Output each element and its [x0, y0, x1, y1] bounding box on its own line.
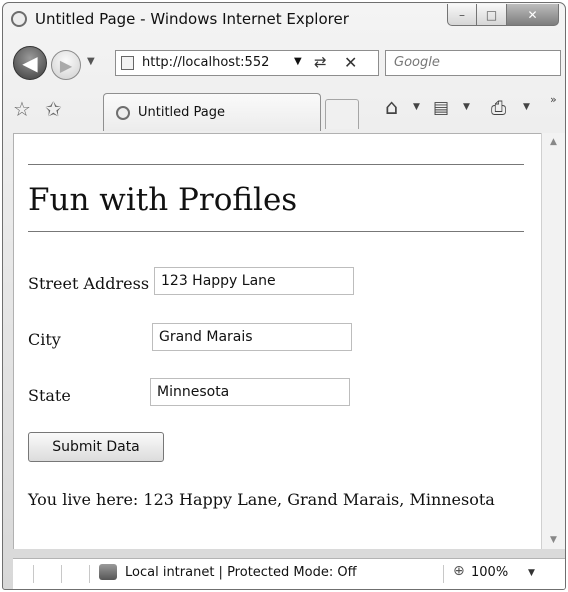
address-text[interactable]: http://localhost:552: [142, 55, 269, 70]
status-divider: [443, 565, 444, 583]
state-input[interactable]: Minnesota: [150, 378, 350, 406]
close-button[interactable]: ✕: [507, 4, 559, 26]
page-content: Fun with Profiles Street Address 123 Hap…: [13, 133, 541, 549]
search-placeholder[interactable]: Google: [394, 55, 440, 70]
ie-logo-icon: [11, 11, 27, 27]
submit-button[interactable]: Submit Data: [28, 432, 164, 462]
zoom-level[interactable]: 100%: [471, 565, 508, 580]
maximize-button[interactable]: □: [477, 4, 507, 26]
page-title: Fun with Profiles: [28, 182, 298, 218]
top-rule: [28, 164, 524, 165]
city-input[interactable]: Grand Marais: [152, 323, 352, 351]
street-address-label: Street Address: [28, 274, 150, 293]
intranet-icon: [99, 564, 117, 580]
status-divider: [61, 565, 62, 583]
forward-button[interactable]: ▶: [51, 50, 81, 80]
tab-row: ☆ ✩ Untitled Page ⌂ ▼ ▤ ▼ ⎙ ▼ »: [3, 89, 565, 133]
window-title: Untitled Page - Windows Internet Explore…: [35, 10, 349, 28]
title-rule: [28, 231, 524, 232]
scroll-up-icon[interactable]: ▲: [550, 137, 557, 147]
status-bar: Local intranet | Protected Mode: Off ⊕ 1…: [13, 558, 565, 589]
status-divider: [33, 565, 34, 583]
print-icon[interactable]: ⎙: [491, 97, 506, 119]
street-address-input[interactable]: 123 Happy Lane: [154, 267, 354, 295]
print-dropdown-icon[interactable]: ▼: [523, 102, 530, 112]
window-controls: – □ ✕: [447, 4, 559, 26]
result-label: You live here: 123 Happy Lane, Grand Mar…: [28, 490, 495, 509]
zoom-icon[interactable]: ⊕: [453, 563, 465, 579]
home-icon[interactable]: ⌂: [385, 95, 398, 119]
tab-untitled-page[interactable]: Untitled Page: [103, 93, 321, 131]
scroll-down-icon[interactable]: ▼: [550, 535, 557, 545]
feeds-icon[interactable]: ▤: [433, 98, 449, 118]
back-button[interactable]: ◀: [13, 46, 47, 80]
browser-window: Untitled Page - Windows Internet Explore…: [2, 2, 566, 590]
home-dropdown-icon[interactable]: ▼: [413, 102, 420, 112]
minimize-button[interactable]: –: [447, 4, 477, 26]
add-favorites-icon[interactable]: ✩: [45, 97, 62, 121]
address-row: ◀ ▶ ▼ http://localhost:552 ▼ ⇄ ✕ Google: [3, 37, 565, 89]
more-tools-icon[interactable]: »: [550, 93, 557, 106]
forward-arrow-icon: ▶: [59, 55, 73, 75]
refresh-icon[interactable]: ⇄: [314, 53, 327, 71]
feeds-dropdown-icon[interactable]: ▼: [463, 102, 470, 112]
page-icon: [121, 56, 134, 70]
back-arrow-icon: ◀: [22, 51, 38, 75]
zoom-dropdown-icon[interactable]: ▼: [528, 568, 535, 578]
address-bar[interactable]: http://localhost:552 ▼ ⇄ ✕: [115, 50, 379, 76]
ie-page-icon: [116, 106, 130, 120]
tab-label: Untitled Page: [138, 105, 226, 120]
status-divider: [89, 565, 90, 583]
recent-pages-dropdown[interactable]: ▼: [87, 56, 95, 67]
title-bar[interactable]: Untitled Page - Windows Internet Explore…: [3, 3, 565, 37]
address-dropdown-icon[interactable]: ▼: [294, 56, 302, 67]
state-label: State: [28, 386, 71, 405]
vertical-scrollbar[interactable]: ▲ ▼: [541, 133, 565, 549]
favorites-star-icon[interactable]: ☆: [13, 97, 31, 121]
security-zone-text[interactable]: Local intranet | Protected Mode: Off: [125, 565, 357, 580]
stop-icon[interactable]: ✕: [344, 53, 357, 72]
new-tab-button[interactable]: [325, 99, 359, 129]
search-box[interactable]: Google: [385, 50, 561, 76]
city-label: City: [28, 330, 61, 349]
